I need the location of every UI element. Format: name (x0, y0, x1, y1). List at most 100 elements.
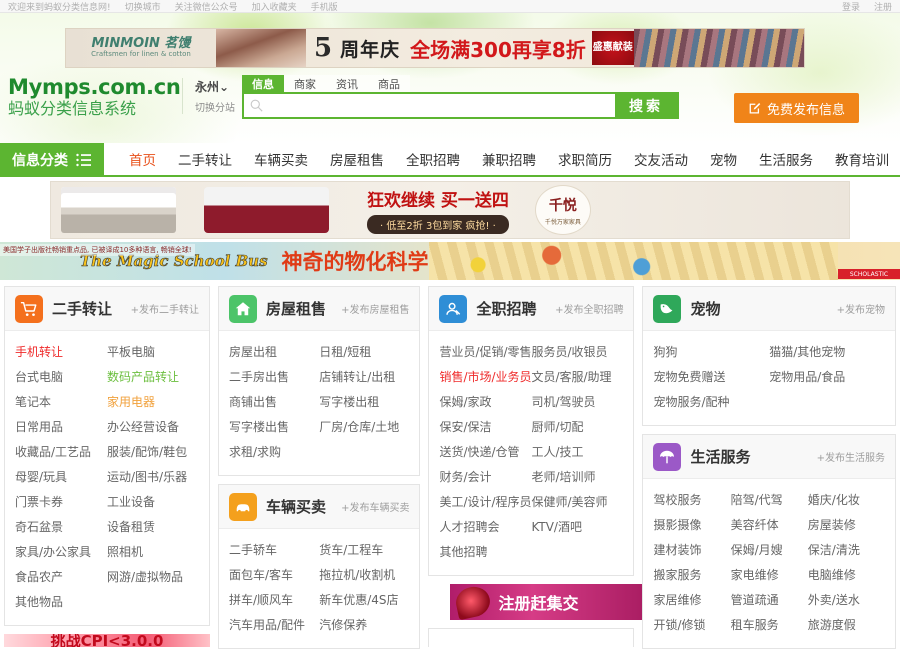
list-item[interactable]: 门票卡券 (15, 490, 107, 515)
card-post-link[interactable]: +发布二手转让 (131, 301, 199, 316)
list-item[interactable]: 二手轿车 (229, 538, 319, 563)
register-link[interactable]: 注册 (874, 0, 892, 13)
topbar-item-favorites[interactable]: 加入收藏夹 (252, 0, 297, 13)
site-logo[interactable]: Mymps.com.cn 蚂蚁分类信息系统 (8, 75, 180, 119)
list-item[interactable]: 旅游度假 (808, 613, 885, 638)
list-item[interactable]: 笔记本 (15, 390, 107, 415)
list-item[interactable]: 厂房/仓库/土地 (319, 415, 409, 440)
card-post-link[interactable]: +发布全职招聘 (555, 301, 623, 316)
list-item[interactable]: 开锁/修锁 (653, 613, 730, 638)
list-item[interactable]: 外卖/送水 (808, 588, 885, 613)
list-item[interactable]: 电脑维修 (808, 563, 885, 588)
list-item[interactable]: 写字楼出租 (319, 390, 409, 415)
card-post-link[interactable]: +发布生活服务 (817, 449, 885, 464)
list-item[interactable]: 家居维修 (653, 588, 730, 613)
list-item[interactable]: 宠物服务/配种 (653, 390, 769, 415)
list-item[interactable]: 搬家服务 (653, 563, 730, 588)
list-item[interactable]: 汽修保养 (319, 613, 409, 638)
list-item[interactable]: 拖拉机/收割机 (319, 563, 409, 588)
search-input[interactable] (268, 94, 615, 117)
list-item[interactable]: 二手房出售 (229, 365, 319, 390)
nav-item-resumes[interactable]: 求职简历 (547, 149, 623, 169)
list-item[interactable]: 租车服务 (731, 613, 808, 638)
nav-item-home[interactable]: 首页 (118, 149, 167, 169)
list-item[interactable]: 美工/设计/程序员 (439, 490, 531, 515)
list-item[interactable]: 办公经营设备 (107, 415, 199, 440)
list-item[interactable]: 陪驾/代驾 (731, 488, 808, 513)
list-item[interactable]: 驾校服务 (653, 488, 730, 513)
category-menu-button[interactable]: 信息分类 (0, 143, 104, 177)
list-item[interactable]: 写字楼出售 (229, 415, 319, 440)
list-item[interactable]: 汽车用品/配件 (229, 613, 319, 638)
list-item[interactable]: 婚庆/化妆 (808, 488, 885, 513)
list-item[interactable]: 食品农产 (15, 565, 107, 590)
list-item[interactable]: 商铺出售 (229, 390, 319, 415)
card-post-link[interactable]: +发布房屋租售 (341, 301, 409, 316)
list-item[interactable]: 摄影摄像 (653, 513, 730, 538)
list-item[interactable]: 店铺转让/出租 (319, 365, 409, 390)
list-item[interactable]: 保安/保洁 (439, 415, 531, 440)
list-item[interactable]: 家用电器 (107, 390, 199, 415)
list-item[interactable]: 面包车/客车 (229, 563, 319, 588)
list-item[interactable]: 保洁/清洗 (808, 538, 885, 563)
list-item[interactable]: 保姆/家政 (439, 390, 531, 415)
nav-item-vehicles[interactable]: 车辆买卖 (243, 149, 319, 169)
list-item[interactable]: 新车优惠/4S店 (319, 588, 409, 613)
list-item[interactable]: 狗狗 (653, 340, 769, 365)
list-item[interactable]: 奇石盆景 (15, 515, 107, 540)
topbar-item-wechat[interactable]: 关注微信公众号 (175, 0, 238, 13)
list-item[interactable]: 猫猫/其他宠物 (769, 340, 885, 365)
list-item[interactable]: 网游/虚拟物品 (107, 565, 199, 590)
list-item[interactable]: 管道疏通 (731, 588, 808, 613)
list-item[interactable]: 日租/短租 (319, 340, 409, 365)
list-item[interactable]: 其他物品 (15, 590, 107, 615)
nav-item-fulltime-jobs[interactable]: 全职招聘 (395, 149, 471, 169)
list-item[interactable]: 财务/会计 (439, 465, 531, 490)
list-item[interactable]: 服装/配饰/鞋包 (107, 440, 199, 465)
list-item[interactable]: 拼车/顺风车 (229, 588, 319, 613)
nav-item-education[interactable]: 教育培训 (824, 149, 900, 169)
list-item[interactable]: 手机转让 (15, 340, 107, 365)
city-selector[interactable]: 永州⌄ 切换分站 (182, 78, 240, 114)
topbar-item-switch-city[interactable]: 切换城市 (125, 0, 161, 13)
switch-city-link[interactable]: 切换分站 (195, 99, 240, 114)
list-item[interactable]: KTV/酒吧 (531, 515, 623, 540)
list-item[interactable]: 营业员/促销/零售 (439, 340, 531, 365)
search-tab-merchant[interactable]: 商家 (284, 75, 326, 92)
list-item[interactable]: 日常用品 (15, 415, 107, 440)
list-item[interactable]: 房屋出租 (229, 340, 319, 365)
list-item[interactable]: 送货/快递/仓管 (439, 440, 531, 465)
list-item[interactable]: 宠物用品/食品 (769, 365, 885, 390)
list-item[interactable]: 设备租赁 (107, 515, 199, 540)
list-item[interactable]: 工业设备 (107, 490, 199, 515)
list-item[interactable]: 其他招聘 (439, 540, 531, 565)
nav-item-parttime-jobs[interactable]: 兼职招聘 (471, 149, 547, 169)
list-item[interactable]: 照相机 (107, 540, 199, 565)
nav-item-secondhand[interactable]: 二手转让 (167, 149, 243, 169)
list-item[interactable]: 服务员/收银员 (531, 340, 623, 365)
list-item[interactable]: 求租/求购 (229, 440, 319, 465)
cpi-promo-banner[interactable]: 挑战CPI<3.0.0 (4, 634, 210, 647)
list-item[interactable]: 台式电脑 (15, 365, 107, 390)
list-item[interactable]: 保姆/月嫂 (731, 538, 808, 563)
register-promo-banner[interactable]: 注册赶集交 (450, 584, 656, 620)
list-item[interactable]: 家电维修 (731, 563, 808, 588)
top-banner-ad[interactable]: MINMOIN 茗馒 Craftsmen for linen & cotton … (65, 28, 805, 68)
list-item[interactable]: 建材装饰 (653, 538, 730, 563)
search-tab-info[interactable]: 信息 (242, 75, 284, 92)
list-item[interactable]: 家具/办公家具 (15, 540, 107, 565)
nav-item-dating[interactable]: 交友活动 (623, 149, 699, 169)
list-item[interactable]: 保健师/美容师 (531, 490, 623, 515)
list-item[interactable]: 宠物免费赠送 (653, 365, 769, 390)
free-post-button[interactable]: 免费发布信息 (734, 93, 859, 123)
nav-item-life-services[interactable]: 生活服务 (748, 149, 824, 169)
list-item[interactable]: 老师/培训师 (531, 465, 623, 490)
list-item[interactable]: 销售/市场/业务员 (439, 365, 531, 390)
list-item[interactable]: 平板电脑 (107, 340, 199, 365)
card-post-link[interactable]: +发布车辆买卖 (341, 499, 409, 514)
list-item[interactable]: 人才招聘会 (439, 515, 531, 540)
list-item[interactable]: 母婴/玩具 (15, 465, 107, 490)
topbar-item-mobile[interactable]: 手机版 (311, 0, 338, 13)
search-tab-news[interactable]: 资讯 (326, 75, 368, 92)
list-item[interactable]: 货车/工程车 (319, 538, 409, 563)
